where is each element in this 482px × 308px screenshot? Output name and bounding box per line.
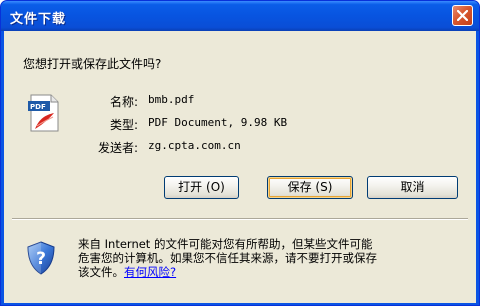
file-type-value: PDF Document, 9.98 KB (148, 116, 288, 129)
window-title: 文件下载 (10, 12, 67, 27)
file-download-dialog: 文件下载 您想打开或保存此文件吗? PDF 名称: bmb.pdf 类型: PD… (0, 0, 480, 306)
svg-text:?: ? (36, 249, 46, 269)
save-button[interactable]: 保存 (S) (267, 176, 353, 199)
warning-line-1: 来自 Internet 的文件可能对您有所帮助，但某些文件可能 (78, 237, 373, 251)
warning-line-2: 危害您的计算机。如果您不信任其来源，请不要打开或保存 (78, 251, 377, 265)
close-button[interactable] (452, 5, 473, 26)
pdf-file-icon: PDF (28, 94, 59, 132)
svg-text:PDF: PDF (30, 103, 46, 111)
security-shield-icon: ? (27, 241, 55, 275)
divider (12, 218, 468, 220)
open-button-shortcut: (O) (206, 180, 225, 194)
open-button-label: 打开 (178, 180, 203, 194)
type-label: 类型: (109, 118, 138, 132)
file-name-value: bmb.pdf (148, 93, 195, 106)
question-text: 您想打开或保存此文件吗? (23, 57, 162, 71)
save-button-label: 保存 (287, 180, 312, 194)
cancel-button[interactable]: 取消 (367, 176, 458, 199)
sender-label: 发送者: (97, 141, 138, 155)
risk-link[interactable]: 有何风险? (124, 265, 176, 279)
security-warning: 来自 Internet 的文件可能对您有所帮助，但某些文件可能 危害您的计算机。… (78, 237, 468, 279)
cancel-button-label: 取消 (400, 180, 425, 194)
close-icon (457, 10, 468, 21)
warning-line-3: 该文件。有何风险? (78, 265, 468, 279)
dialog-body: 您想打开或保存此文件吗? PDF 名称: bmb.pdf 类型: PDF Doc… (4, 31, 476, 303)
title-bar[interactable]: 文件下载 (1, 1, 479, 31)
sender-value: zg.cpta.com.cn (148, 139, 241, 152)
save-button-shortcut: (S) (315, 180, 333, 194)
warning-line-3-text: 该文件。 (78, 265, 124, 279)
open-button[interactable]: 打开 (O) (164, 176, 239, 199)
name-label: 名称: (109, 95, 138, 109)
